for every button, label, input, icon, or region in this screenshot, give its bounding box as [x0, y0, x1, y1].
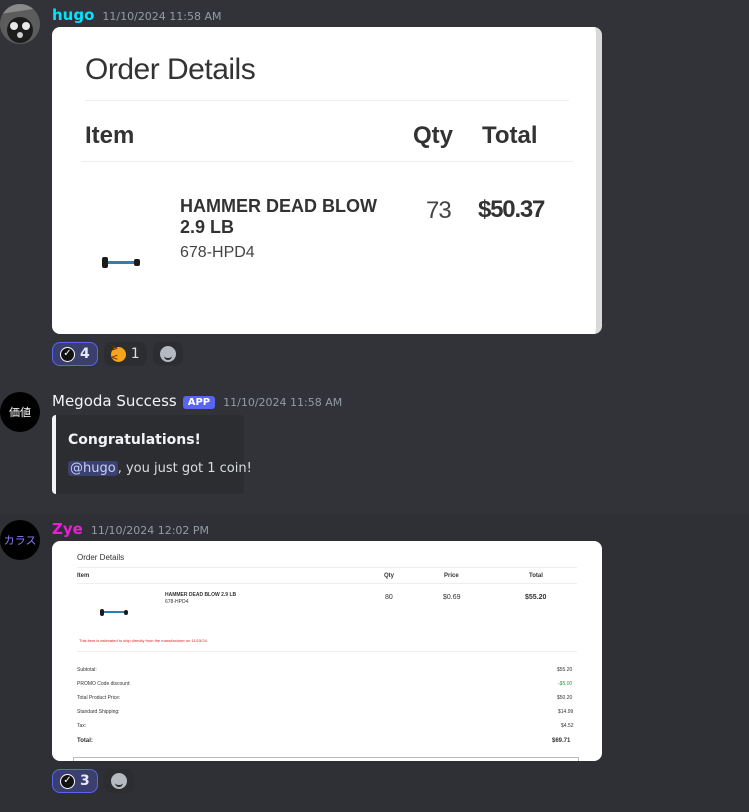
- add-reaction-icon: [110, 773, 127, 789]
- summary-value-promo: -$5.00: [558, 681, 573, 687]
- embed-title: Congratulations!: [68, 432, 201, 448]
- summary-label-tax: Tax:: [77, 723, 87, 729]
- reaction-count: 1: [130, 346, 140, 362]
- product-image: [99, 608, 129, 616]
- order-details-image[interactable]: Order Details Item Qty Total HAMMER DEAD…: [52, 27, 602, 334]
- summary-label-shipping: Standard Shipping:: [77, 709, 120, 715]
- embed-description: @hugo, you just got 1 coin!: [68, 461, 252, 476]
- angry-face-icon: ><: [110, 345, 126, 363]
- column-header-total: Total: [529, 573, 543, 579]
- shipping-notice: This item is estimated to ship directly …: [79, 638, 208, 643]
- divider: [77, 567, 577, 568]
- avatar-label: 価値: [9, 406, 31, 419]
- username[interactable]: Zye: [52, 520, 83, 538]
- timestamp: 11/10/2024 12:02 PM: [90, 524, 210, 537]
- avatar[interactable]: 価値: [0, 392, 40, 432]
- check-badge-icon: ✓: [60, 346, 75, 362]
- add-reaction-icon: [159, 346, 176, 362]
- product-sku: 678-HPD4: [180, 244, 255, 261]
- summary-label-promo: PROMO Code discount:: [77, 681, 131, 687]
- avatar[interactable]: [0, 4, 40, 44]
- summary-value-total-product: $50.20: [557, 695, 573, 701]
- avatar[interactable]: カラス: [0, 520, 40, 560]
- message-megoda-success: 価値 Megoda Success APP 11/10/2024 11:58 A…: [0, 378, 749, 508]
- column-header-qty: Qty: [413, 122, 454, 149]
- reaction-check[interactable]: ✓ 3: [52, 769, 98, 793]
- column-header-total: Total: [482, 122, 538, 149]
- summary-value-subtotal: $55.20: [557, 667, 573, 673]
- divider: [77, 583, 577, 584]
- product-total: $50.37: [478, 196, 545, 223]
- product-qty: 80: [385, 594, 393, 601]
- app-badge: APP: [182, 396, 216, 409]
- reaction-count: 4: [80, 346, 90, 362]
- summary-label-total-product: Total Product Price:: [77, 695, 121, 701]
- product-image: [100, 255, 144, 269]
- divider: [77, 651, 577, 652]
- reaction-check[interactable]: ✓ 4: [52, 342, 98, 366]
- order-details-image[interactable]: Order Details Item Qty Price Total HAMME…: [52, 541, 602, 761]
- embed-text: , you just got 1 coin!: [117, 461, 252, 476]
- timestamp: 11/10/2024 11:58 AM: [102, 10, 222, 23]
- avatar-label: カラス: [3, 534, 37, 547]
- reaction-angry[interactable]: >< 1: [103, 342, 147, 366]
- user-mention[interactable]: @hugo: [68, 461, 118, 476]
- add-reaction-button[interactable]: [152, 342, 183, 366]
- divider: [81, 161, 573, 162]
- avatar-image: [0, 4, 40, 44]
- embed: Congratulations! @hugo, you just got 1 c…: [52, 415, 252, 494]
- summary-label-subtotal: Subtotal:: [77, 667, 97, 673]
- timestamp: 11/10/2024 11:58 AM: [223, 396, 343, 409]
- summary-label-total: Total:: [77, 738, 93, 744]
- column-header-item: Item: [77, 573, 90, 579]
- summary-value-total: $69.71: [552, 738, 571, 744]
- add-reaction-button[interactable]: [103, 769, 134, 793]
- message-zye: カラス Zye 11/10/2024 12:02 PM Order Detail…: [0, 514, 749, 812]
- order-title: Order Details: [77, 553, 125, 562]
- product-price: $0.69: [443, 594, 461, 601]
- check-badge-icon: ✓: [60, 773, 75, 789]
- column-header-price: Price: [444, 573, 459, 579]
- column-header-item: Item: [85, 122, 135, 149]
- product-qty: 73: [426, 197, 452, 224]
- username[interactable]: hugo: [52, 6, 94, 24]
- product-total: $55.20: [525, 594, 547, 601]
- message-hugo: hugo 11/10/2024 11:58 AM Order Details I…: [0, 0, 749, 370]
- column-header-qty: Qty: [384, 573, 395, 579]
- product-name-line2: 2.9 LB: [180, 217, 235, 237]
- product-sku: 678-HPD4: [165, 599, 189, 605]
- card-bottom-border: [73, 757, 579, 761]
- order-title: Order Details: [85, 53, 256, 86]
- product-name: HAMMER DEAD BLOW: [180, 196, 377, 216]
- summary-value-shipping: $14.99: [558, 709, 574, 715]
- username[interactable]: Megoda Success: [52, 392, 177, 410]
- product-name: HAMMER DEAD BLOW 2.9 LB: [165, 592, 237, 598]
- reaction-count: 3: [80, 773, 90, 789]
- divider: [85, 100, 569, 101]
- summary-value-tax: $4.52: [561, 723, 574, 729]
